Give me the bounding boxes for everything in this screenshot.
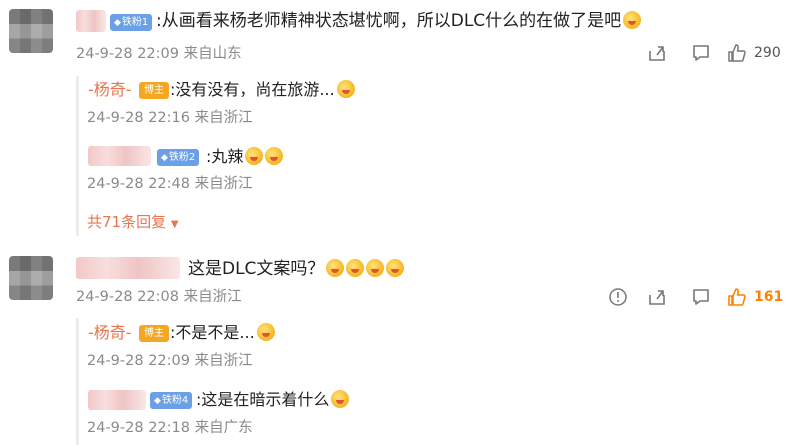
thinking-emoji — [386, 259, 405, 277]
reply-text: :这是在暗示着什么 — [196, 389, 350, 411]
worried-emoji — [245, 147, 264, 165]
avatar[interactable] — [9, 9, 53, 53]
like-icon — [728, 44, 746, 62]
username-blurred[interactable] — [88, 146, 151, 166]
username-blurred[interactable] — [76, 10, 106, 32]
reply-thread-bar — [76, 318, 79, 445]
reply-text: :不是不是... — [170, 322, 275, 344]
host-badge: 博主 — [139, 325, 169, 342]
more-replies-link[interactable]: 共71条回复 ▼ — [87, 212, 179, 235]
fan-badge: ◆铁粉2 — [157, 149, 200, 166]
thinking-emoji — [366, 259, 385, 277]
like-count: 161 — [754, 289, 784, 305]
sweat-emoji — [331, 390, 350, 408]
comment-text: :从画看来杨老师精神状态堪忧啊，所以DLC什么的在做了是吧 — [156, 10, 642, 32]
like-button[interactable] — [727, 287, 747, 307]
comment-icon — [693, 45, 709, 61]
reply-text: :没有没有，尚在旅游... — [170, 79, 355, 101]
warning-icon — [609, 288, 627, 306]
reply-thread-bar — [76, 76, 79, 236]
fan-badge: ◆铁粉4 — [150, 392, 193, 409]
host-badge: 博主 — [139, 82, 169, 99]
comment-meta: 24-9-28 22:09 来自山东 — [76, 46, 242, 62]
fan-badge: ◆铁粉1 — [110, 14, 153, 31]
share-icon — [649, 290, 665, 305]
comment-button[interactable] — [691, 287, 711, 307]
thinking-emoji — [346, 259, 365, 277]
thinking-emoji — [326, 259, 345, 277]
smile-tongue-emoji — [336, 80, 355, 98]
share-icon — [649, 46, 665, 61]
cat-face-emoji — [623, 11, 642, 29]
chevron-down-icon: ▼ — [170, 219, 179, 230]
comment-button[interactable] — [691, 43, 711, 63]
like-button[interactable] — [727, 43, 747, 63]
reply-meta: 24-9-28 22:48 来自浙江 — [87, 176, 253, 192]
like-icon — [728, 288, 746, 306]
share-button[interactable] — [647, 287, 667, 307]
comment-meta: 24-9-28 22:08 来自浙江 — [76, 289, 242, 305]
username-blurred[interactable] — [76, 257, 180, 279]
share-button[interactable] — [647, 43, 667, 63]
username-blurred[interactable] — [88, 390, 146, 410]
reply-text: :丸辣 — [206, 146, 284, 168]
comment-icon — [693, 289, 709, 305]
reply-meta: 24-9-28 22:09 来自浙江 — [87, 353, 253, 369]
reply-author[interactable]: -杨奇- — [88, 322, 132, 344]
like-count: 290 — [754, 45, 781, 61]
reply-meta: 24-9-28 22:16 来自浙江 — [87, 110, 253, 126]
reply-meta: 24-9-28 22:18 来自广东 — [87, 420, 253, 436]
report-button[interactable] — [608, 287, 628, 307]
reply-author[interactable]: -杨奇- — [88, 79, 132, 101]
avatar[interactable] — [9, 256, 53, 300]
smile-tongue-emoji — [256, 323, 275, 341]
crying-emoji — [265, 147, 284, 165]
comment-text: 这是DLC文案吗？ — [188, 258, 405, 280]
